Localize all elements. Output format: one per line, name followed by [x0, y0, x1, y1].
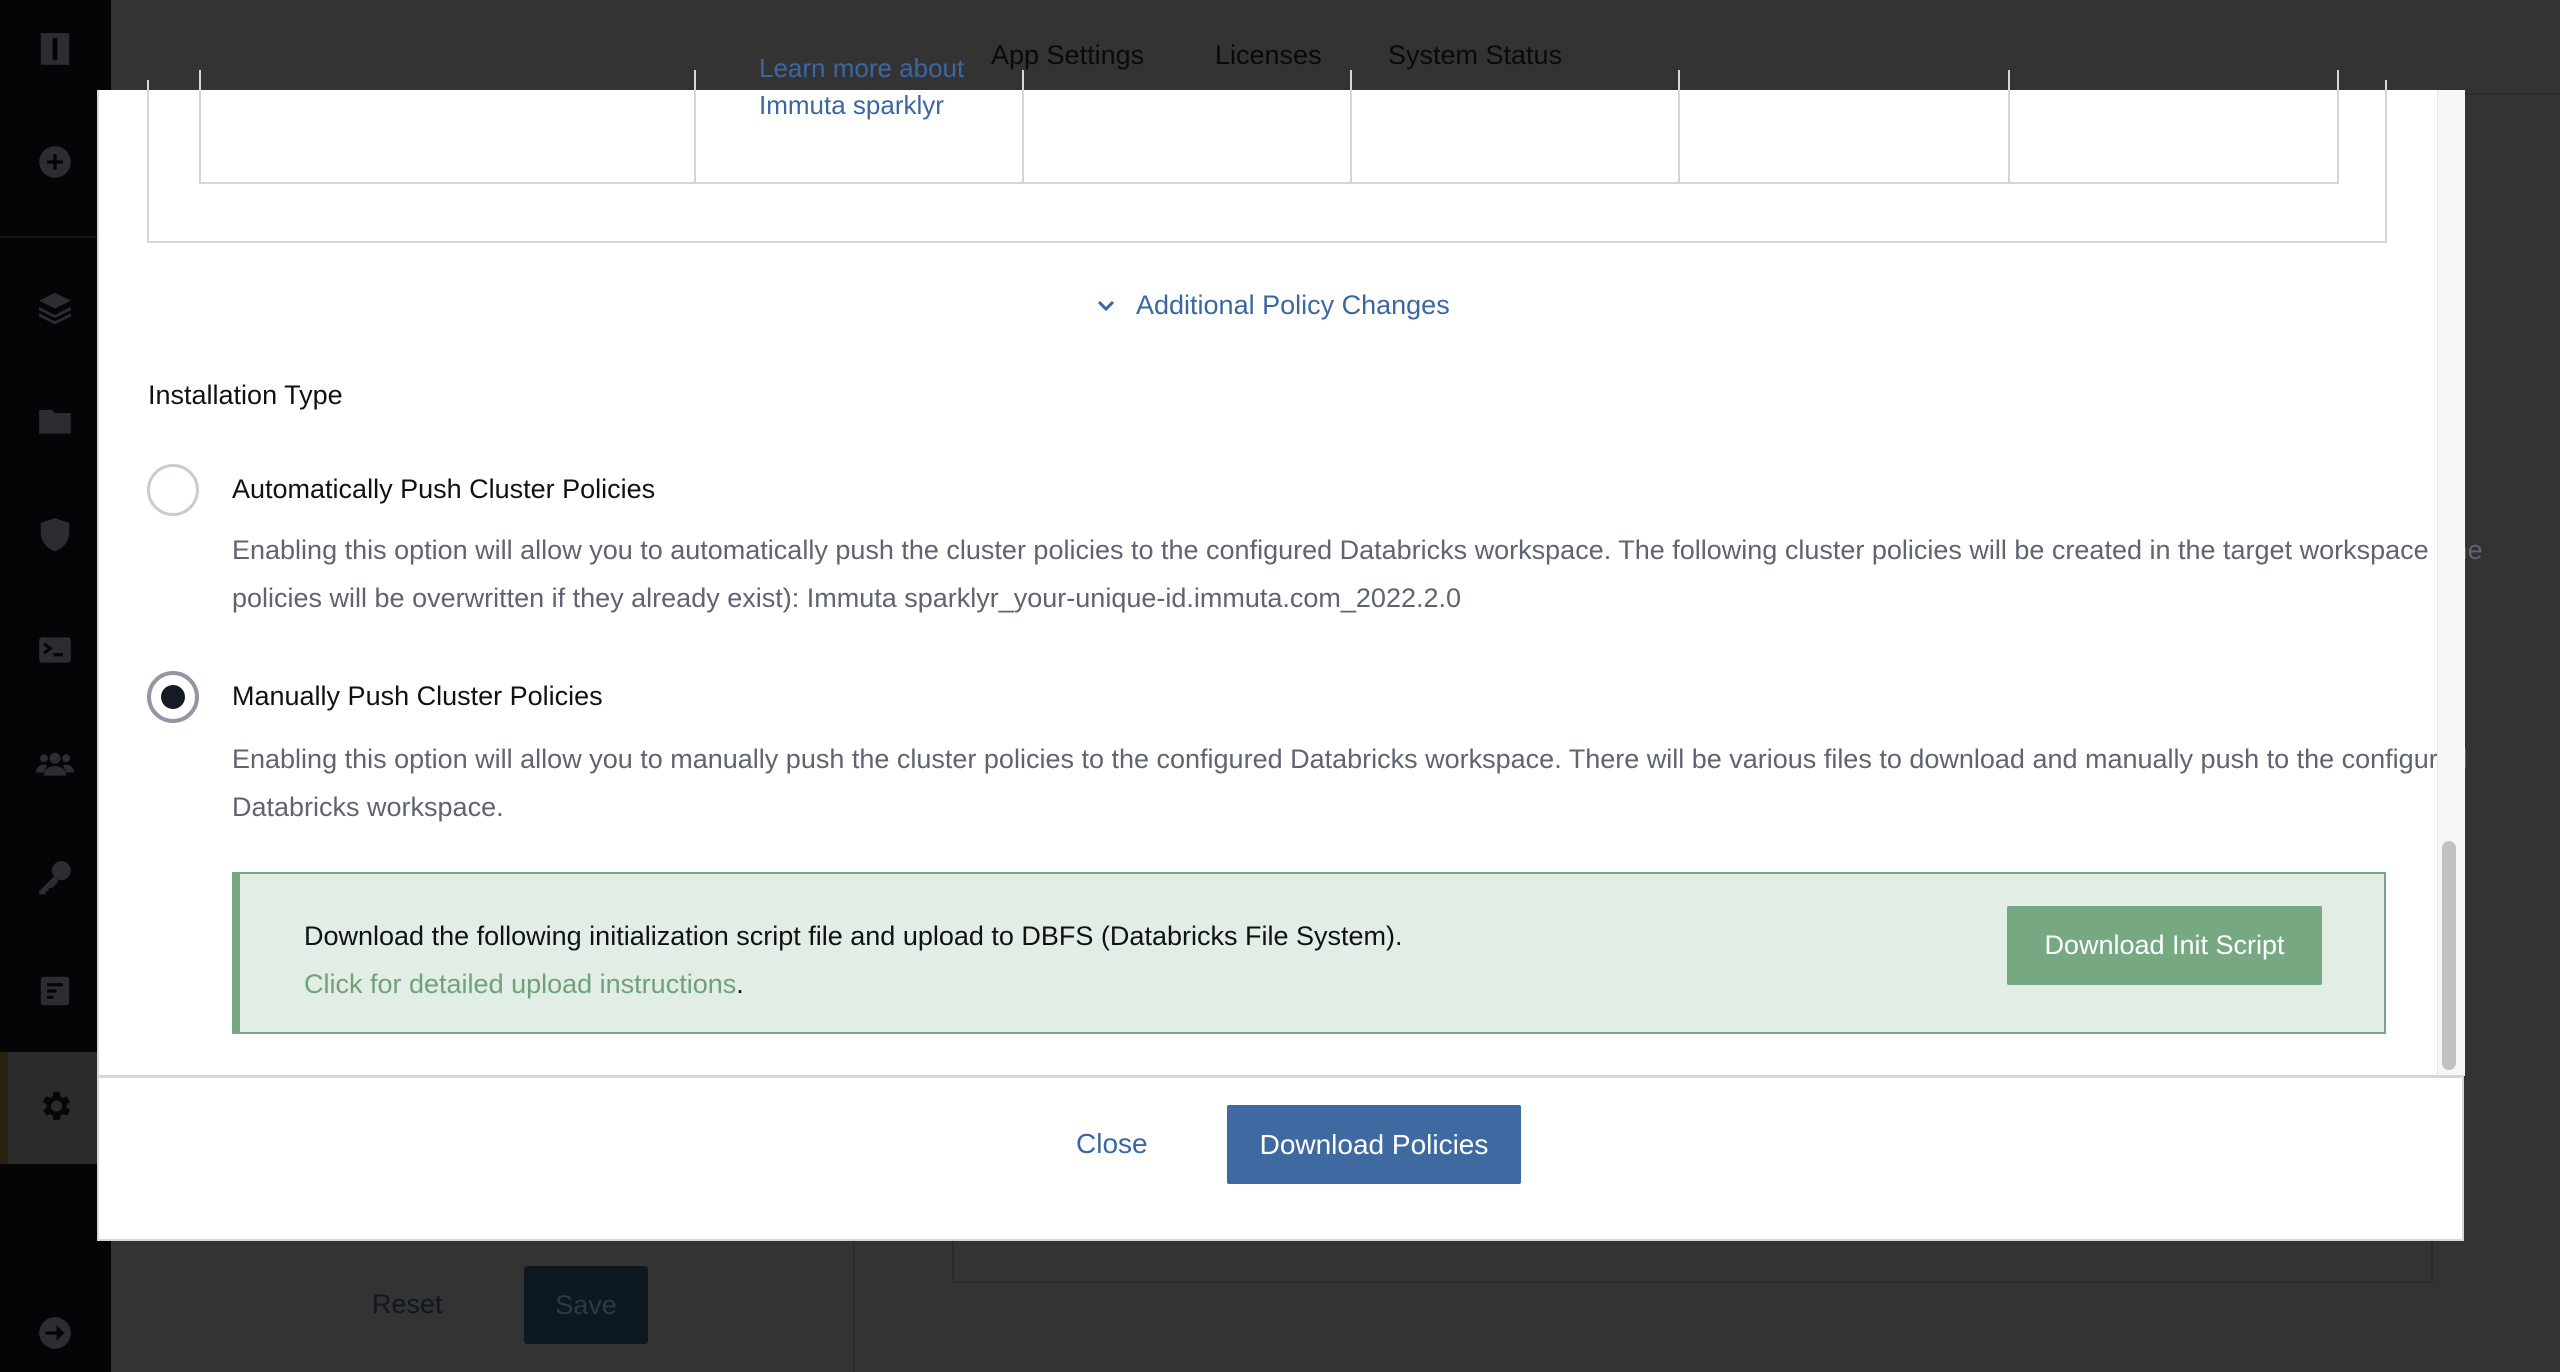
- chevron-down-icon: [1097, 300, 1115, 311]
- installation-type-label: Installation Type: [148, 380, 343, 410]
- radio-auto-push[interactable]: [147, 464, 199, 516]
- users-icon[interactable]: [35, 743, 75, 783]
- nav-system-status[interactable]: System Status: [1388, 40, 1562, 71]
- download-policies-button[interactable]: Download Policies: [1227, 1105, 1521, 1184]
- audit-icon[interactable]: [35, 971, 75, 1011]
- additional-policy-changes-toggle[interactable]: Additional Policy Changes: [1096, 290, 1450, 321]
- table-column-divider: [1678, 70, 1680, 182]
- folder-icon[interactable]: [35, 401, 75, 441]
- link-line[interactable]: Learn more about: [759, 50, 964, 87]
- option-manual-push-label[interactable]: Manually Push Cluster Policies: [232, 681, 603, 712]
- init-script-notice: Download the following initialization sc…: [232, 872, 2386, 1034]
- table-column-divider: [1350, 70, 1352, 182]
- save-button[interactable]: Save: [524, 1266, 648, 1344]
- logout-icon[interactable]: [35, 1313, 75, 1353]
- settings-icon[interactable]: [35, 1086, 75, 1126]
- policy-table: Learn more about Immuta sparklyr: [199, 53, 2339, 184]
- logo-icon[interactable]: [35, 29, 75, 69]
- link-line[interactable]: Immuta sparklyr: [759, 87, 964, 124]
- option-manual-push-description: Enabling this option will allow you to m…: [232, 744, 2468, 822]
- nav-app-settings[interactable]: App Settings: [991, 40, 1144, 71]
- option-auto-push-description: Enabling this option will allow you to a…: [232, 535, 2483, 613]
- shield-icon[interactable]: [35, 514, 75, 554]
- policy-panel: Learn more about Immuta sparklyr: [147, 53, 2387, 243]
- notice-text: Download the following initialization sc…: [304, 921, 1403, 951]
- upload-instructions-link[interactable]: Click for detailed upload instructions: [304, 969, 736, 999]
- background-divider: [853, 1241, 855, 1372]
- add-icon[interactable]: [35, 142, 75, 182]
- sidebar: [0, 0, 111, 1372]
- layers-icon[interactable]: [35, 287, 75, 327]
- reset-button[interactable]: Reset: [372, 1289, 443, 1320]
- additional-policy-changes-label: Additional Policy Changes: [1136, 290, 1450, 320]
- table-column-divider: [2008, 70, 2010, 182]
- option-auto-push-label[interactable]: Automatically Push Cluster Policies: [232, 474, 655, 505]
- background-panel: [952, 1241, 2433, 1283]
- table-column-divider: [694, 70, 696, 182]
- modal-scrollbar-thumb[interactable]: [2442, 841, 2456, 1070]
- table-column-divider: [1022, 70, 1024, 182]
- terminal-icon[interactable]: [35, 630, 75, 670]
- modal-footer: Close Download Policies: [99, 1075, 2464, 1239]
- download-init-script-button[interactable]: Download Init Script: [2007, 906, 2322, 985]
- sidebar-divider: [0, 236, 111, 238]
- nav-licenses[interactable]: Licenses: [1215, 40, 1322, 71]
- close-button[interactable]: Close: [1076, 1128, 1148, 1160]
- sparklyr-doc-link[interactable]: Learn more about Immuta sparklyr: [759, 50, 964, 124]
- notice-period: .: [736, 969, 744, 999]
- radio-manual-push[interactable]: [147, 671, 199, 723]
- key-icon[interactable]: [35, 857, 75, 897]
- cluster-policies-modal: Learn more about Immuta sparklyr Additio…: [97, 53, 2483, 1241]
